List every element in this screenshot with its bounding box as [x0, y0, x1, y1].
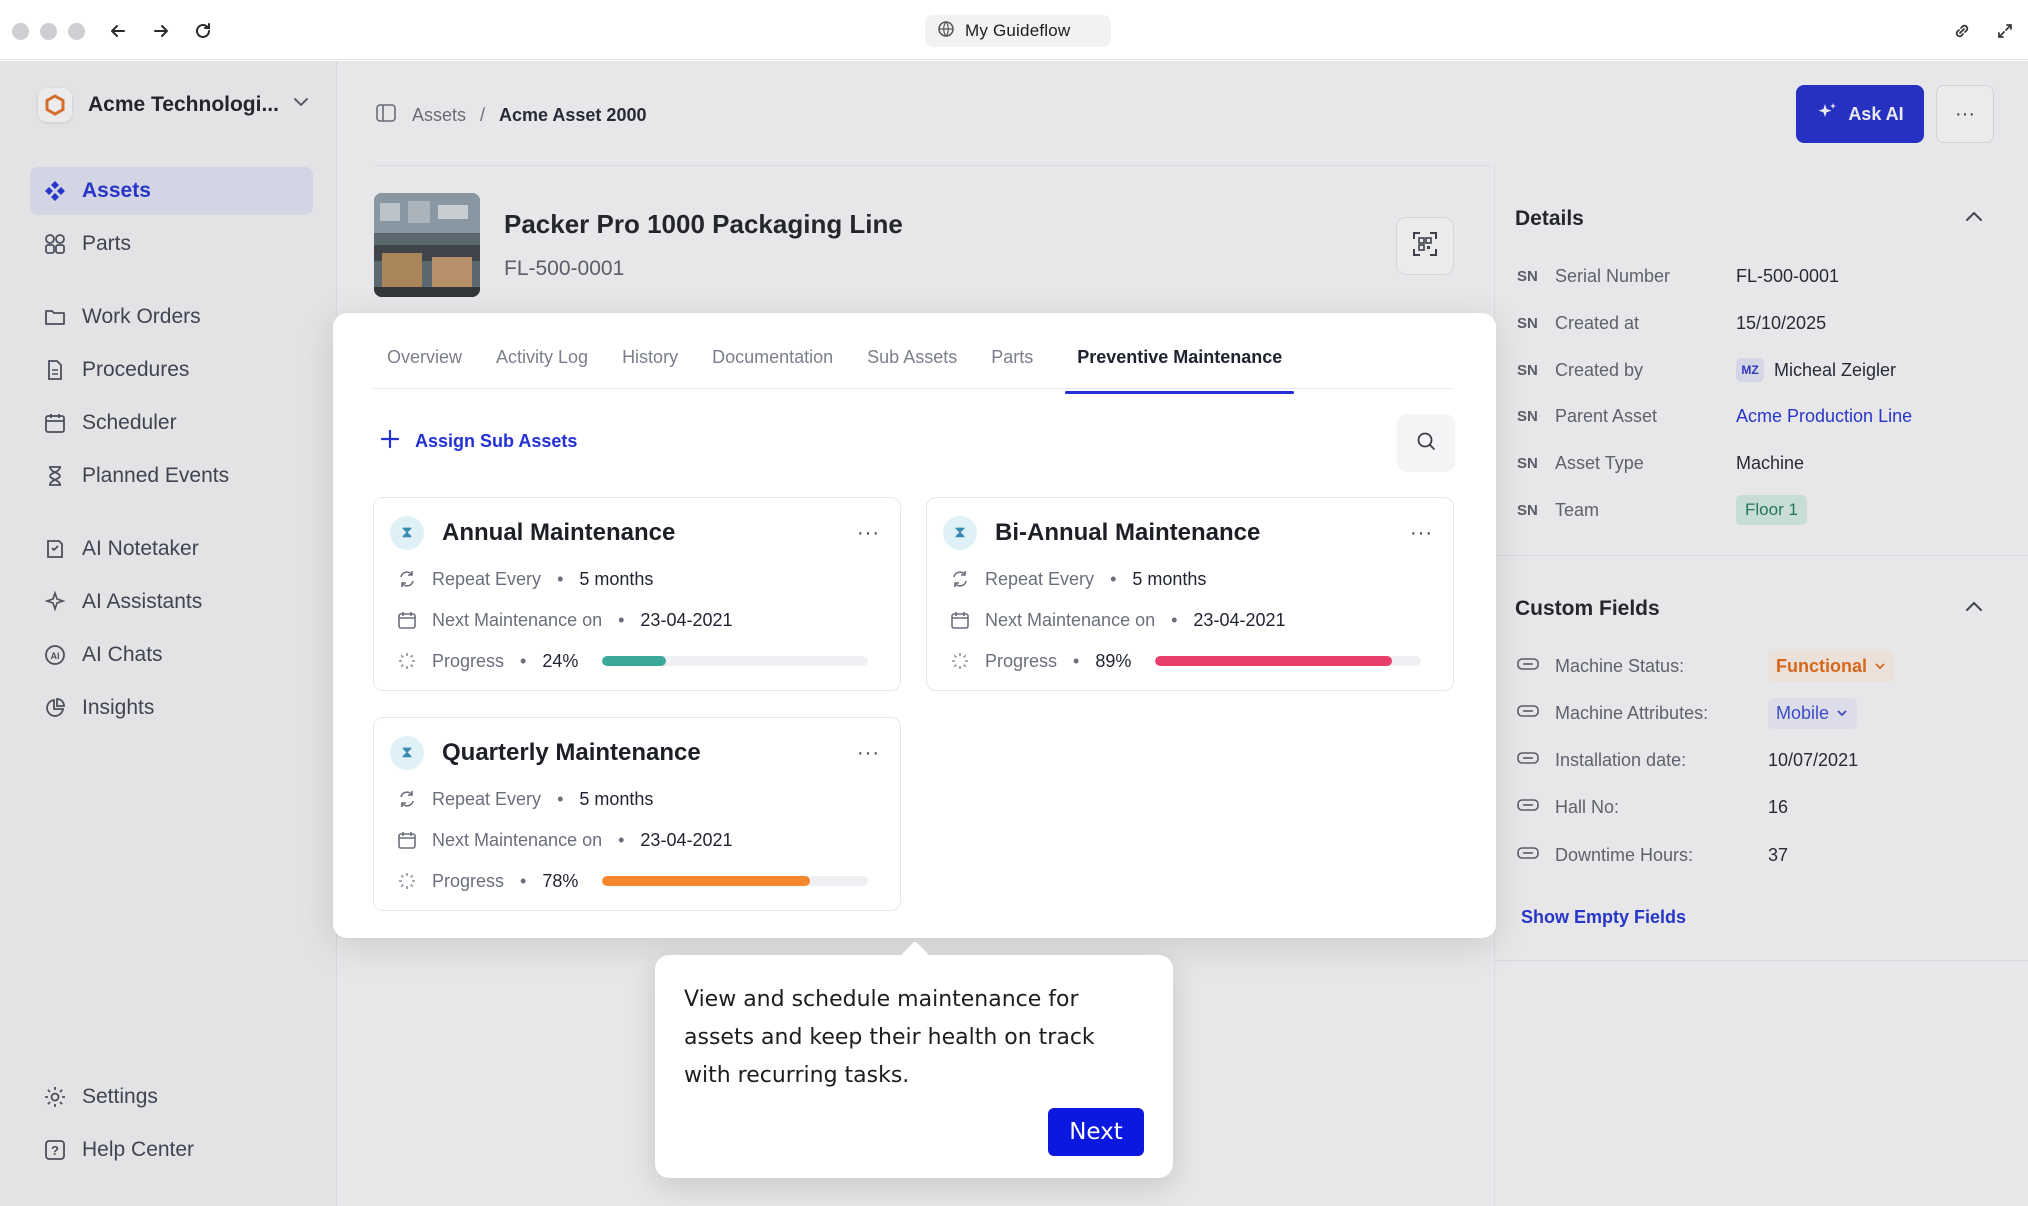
next-label: Next Maintenance on	[432, 829, 603, 850]
tab-documentation[interactable]: Documentation	[710, 347, 835, 383]
browser-chrome: My Guideflow	[0, 0, 2028, 60]
tab-divider	[373, 388, 1453, 389]
progress-label: Progress	[432, 870, 505, 891]
card-more-icon[interactable]: ···	[1410, 522, 1433, 545]
progress-spinner-icon	[396, 870, 418, 892]
repeat-icon	[396, 568, 418, 590]
repeat-icon	[396, 788, 418, 810]
hourglass-icon: ⧗	[390, 736, 424, 770]
repeat-value: 5 months	[579, 788, 654, 809]
tab-sub-assets[interactable]: Sub Assets	[865, 347, 959, 383]
window-close-dot[interactable]	[12, 23, 29, 40]
expand-icon[interactable]	[1988, 14, 2022, 48]
search-icon	[1415, 430, 1437, 457]
progress-fill	[1155, 656, 1393, 666]
repeat-value: 5 months	[1132, 568, 1207, 589]
page-title: My Guideflow	[965, 21, 1071, 40]
maintenance-title: Annual Maintenance	[442, 519, 676, 546]
progress-label: Progress	[432, 650, 505, 671]
maintenance-card[interactable]: ⧗ Annual Maintenance ··· Repeat Every • …	[373, 497, 901, 691]
repeat-icon	[949, 568, 971, 590]
repeat-label: Repeat Every	[985, 568, 1095, 589]
maintenance-card[interactable]: ⧗ Quarterly Maintenance ··· Repeat Every…	[373, 717, 901, 911]
search-button[interactable]	[1397, 414, 1455, 472]
maintenance-card[interactable]: ⧗ Bi-Annual Maintenance ··· Repeat Every…	[926, 497, 1454, 691]
hourglass-icon: ⧗	[943, 516, 977, 550]
progress-spinner-icon	[396, 650, 418, 672]
progress-value: 89%	[1095, 650, 1132, 671]
reload-icon[interactable]	[186, 14, 220, 48]
next-value: 23-04-2021	[640, 829, 733, 850]
window-minimize-dot[interactable]	[40, 23, 57, 40]
back-icon[interactable]	[101, 14, 135, 48]
next-label: Next Maintenance on	[432, 609, 603, 630]
hourglass-icon: ⧗	[390, 516, 424, 550]
progress-spinner-icon	[949, 650, 971, 672]
progress-bar	[602, 876, 869, 886]
assign-label: Assign Sub Assets	[415, 431, 578, 451]
assign-sub-assets-button[interactable]: Assign Sub Assets	[379, 428, 577, 455]
tooltip-text: View and schedule maintenance for assets…	[684, 987, 1095, 1088]
repeat-label: Repeat Every	[432, 788, 542, 809]
progress-bar	[1155, 656, 1422, 666]
forward-icon[interactable]	[144, 14, 178, 48]
card-more-icon[interactable]: ···	[857, 522, 880, 545]
tab-parts[interactable]: Parts	[989, 347, 1035, 383]
window-zoom-dot[interactable]	[68, 23, 85, 40]
globe-icon	[937, 20, 955, 43]
next-button[interactable]: Next	[1048, 1108, 1144, 1156]
next-value: 23-04-2021	[1193, 609, 1286, 630]
progress-fill	[602, 876, 810, 886]
next-value: 23-04-2021	[640, 609, 733, 630]
link-icon[interactable]	[1945, 14, 1979, 48]
preventive-maintenance-panel: Overview Activity Log History Documentat…	[333, 313, 1496, 938]
maintenance-title: Bi-Annual Maintenance	[995, 519, 1261, 546]
calendar-icon	[949, 609, 971, 631]
next-label: Next Maintenance on	[985, 609, 1156, 630]
progress-bar	[602, 656, 869, 666]
progress-fill	[602, 656, 667, 666]
card-more-icon[interactable]: ···	[857, 742, 880, 765]
progress-value: 24%	[542, 650, 579, 671]
tab-history[interactable]: History	[620, 347, 680, 383]
calendar-icon	[396, 829, 418, 851]
tab-bar: Overview Activity Log History Documentat…	[385, 347, 1295, 394]
guide-tooltip: View and schedule maintenance for assets…	[655, 955, 1173, 1178]
tab-overview[interactable]: Overview	[385, 347, 464, 383]
progress-value: 78%	[542, 870, 579, 891]
repeat-label: Repeat Every	[432, 568, 542, 589]
tab-preventive-maintenance[interactable]: Preventive Maintenance	[1065, 347, 1295, 394]
maintenance-title: Quarterly Maintenance	[442, 739, 701, 766]
tab-activity-log[interactable]: Activity Log	[494, 347, 590, 383]
plus-icon	[379, 428, 401, 455]
address-bar[interactable]: My Guideflow	[925, 15, 1111, 47]
repeat-value: 5 months	[579, 568, 654, 589]
calendar-icon	[396, 609, 418, 631]
progress-label: Progress	[985, 650, 1058, 671]
